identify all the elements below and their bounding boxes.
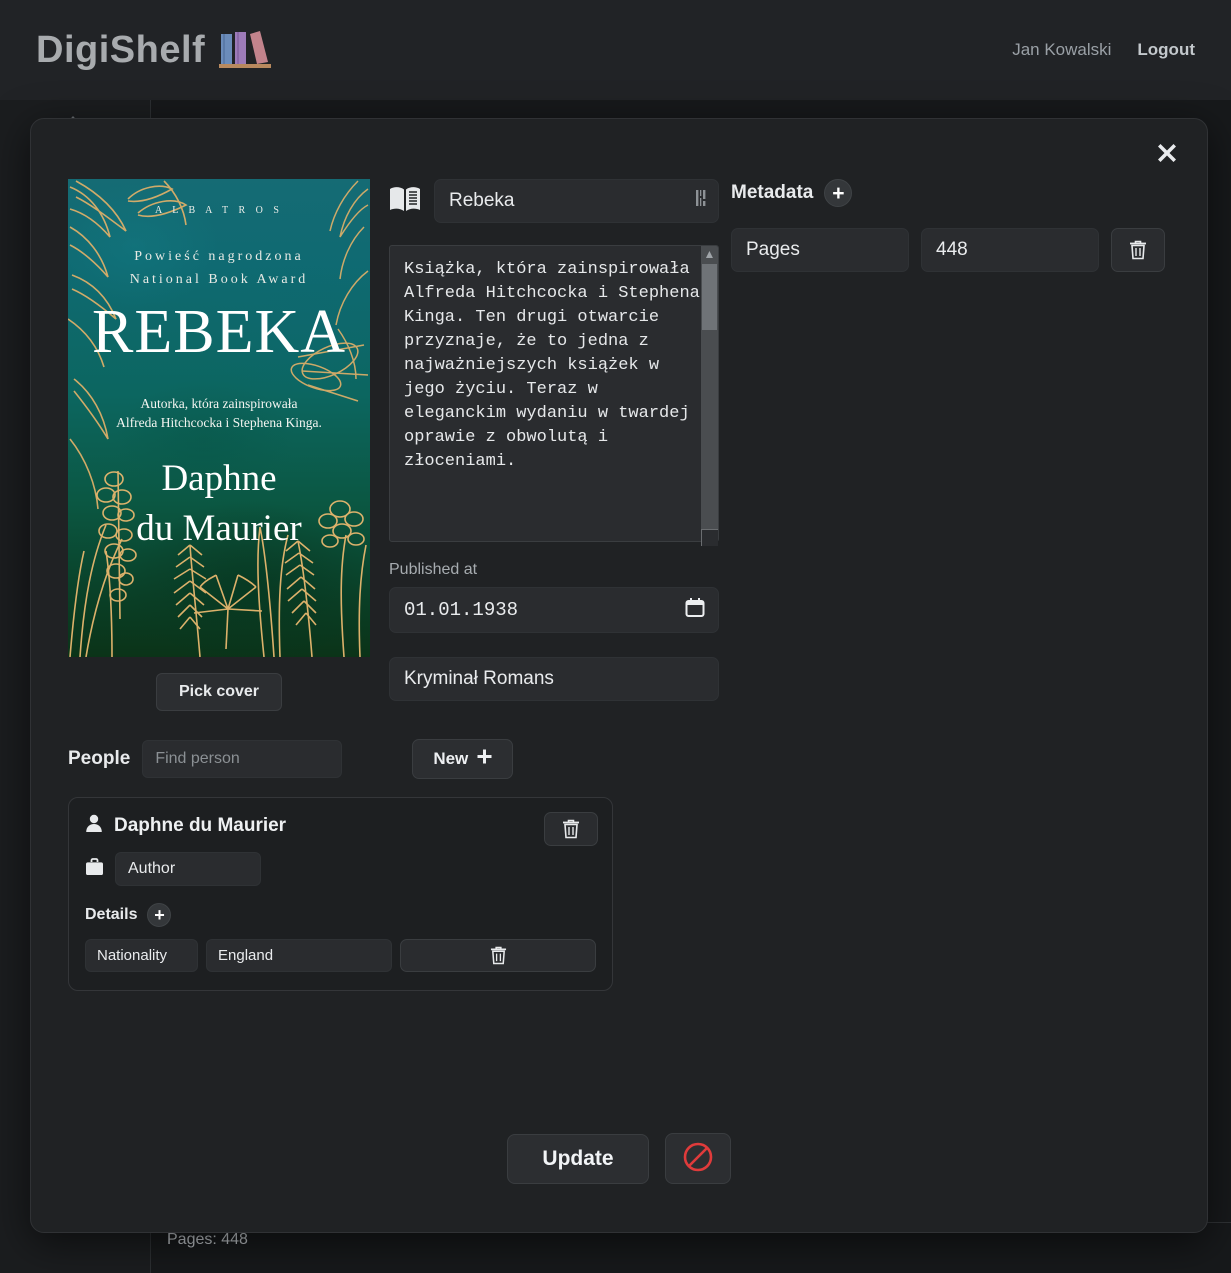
- metadata-value-input[interactable]: [921, 228, 1099, 272]
- cover-subtitle-line-1: Autorka, która zainspirowała: [140, 396, 298, 411]
- briefcase-icon: [85, 857, 104, 881]
- books-logo-icon: [219, 28, 273, 72]
- published-at-wrap: [389, 587, 719, 633]
- cover-column: A L B A T R O S Powieść nagrodzona Natio…: [68, 179, 370, 711]
- table-row: [85, 939, 596, 972]
- close-icon[interactable]: [1147, 133, 1187, 173]
- book-edit-modal: A L B A T R O S Powieść nagrodzona Natio…: [30, 118, 1208, 1233]
- modal-actions: Update: [31, 1133, 1207, 1184]
- chevron-up-icon[interactable]: ▲: [704, 246, 716, 262]
- book-description-textarea[interactable]: Książka, która zainspirowała Alfreda Hit…: [389, 245, 719, 542]
- cover-author: Daphne du Maurier: [68, 454, 370, 554]
- cover-title: REBEKA: [92, 298, 346, 366]
- new-person-label: New: [433, 749, 469, 768]
- person-role-input[interactable]: [115, 852, 261, 886]
- cover-publisher: A L B A T R O S: [155, 205, 283, 216]
- cover-subtitle: Autorka, która zainspirowała Alfreda Hit…: [68, 394, 370, 432]
- cover-subtitle-line-2: Alfreda Hitchcocka i Stephena Kinga.: [116, 415, 322, 430]
- title-input-wrap: [434, 179, 719, 223]
- people-header: People New: [68, 739, 1168, 779]
- brand[interactable]: DigiShelf: [36, 28, 273, 72]
- person-details-header: Details +: [85, 903, 596, 927]
- published-at-input[interactable]: [389, 587, 719, 633]
- add-detail-button[interactable]: +: [147, 903, 172, 927]
- detail-value-input[interactable]: [206, 939, 392, 972]
- cover-award-line-1: Powieść nagrodzona: [134, 249, 304, 264]
- cancel-button[interactable]: [664, 1133, 731, 1184]
- user-name: Jan Kowalski: [1012, 40, 1112, 59]
- published-at-label: Published at: [389, 561, 478, 578]
- update-button[interactable]: Update: [507, 1133, 649, 1184]
- pick-cover-button[interactable]: Pick cover: [155, 673, 283, 711]
- table-row: [731, 228, 1171, 272]
- resize-grip-icon[interactable]: [701, 529, 718, 546]
- book-fields-column: Książka, która zainspirowała Alfreda Hit…: [389, 179, 719, 701]
- detail-key-input[interactable]: [85, 939, 198, 972]
- trash-icon: [1130, 240, 1146, 260]
- title-row: [389, 179, 719, 223]
- no-entry-icon: [682, 1141, 714, 1176]
- cover-award: Powieść nagrodzona National Book Award: [68, 245, 370, 291]
- background-pages-summary: Pages: 448: [167, 1231, 248, 1248]
- person-icon: [85, 814, 103, 838]
- person-role-row: [85, 852, 596, 886]
- trash-icon: [563, 819, 579, 839]
- trash-icon: [490, 946, 506, 965]
- add-metadata-button[interactable]: +: [824, 179, 853, 207]
- app-header: DigiShelf Jan Kowalski Logout: [0, 0, 1231, 100]
- new-person-button[interactable]: New: [412, 739, 514, 779]
- book-cover-image: A L B A T R O S Powieść nagrodzona Natio…: [68, 179, 370, 657]
- cover-author-line-2: du Maurier: [136, 508, 302, 549]
- brand-title: DigiShelf: [36, 28, 206, 71]
- metadata-key-input[interactable]: [731, 228, 909, 272]
- delete-metadata-button[interactable]: [1111, 228, 1165, 272]
- logout-link[interactable]: Logout: [1137, 40, 1195, 60]
- scrollbar-thumb[interactable]: [702, 264, 717, 330]
- barcode-icon[interactable]: [693, 185, 713, 211]
- genre-input[interactable]: [389, 657, 719, 701]
- description-scrollbar[interactable]: ▲ ▼: [701, 246, 718, 541]
- people-label: People: [68, 748, 131, 769]
- person-name-row: Daphne du Maurier: [85, 814, 596, 838]
- person-card: Daphne du Maurier Author Details + Natio…: [68, 797, 613, 991]
- book-title-input[interactable]: [434, 179, 719, 223]
- metadata-column: Metadata +: [731, 179, 1171, 272]
- cover-award-line-2: National Book Award: [129, 272, 309, 287]
- metadata-header: Metadata +: [731, 179, 1171, 207]
- open-book-icon: [389, 186, 421, 217]
- details-label: Details: [85, 906, 138, 923]
- person-name: Daphne du Maurier: [114, 815, 287, 836]
- cover-author-line-1: Daphne: [161, 458, 277, 499]
- delete-person-button[interactable]: [544, 812, 598, 846]
- find-person-input[interactable]: [142, 740, 343, 778]
- header-right: Jan Kowalski Logout: [1012, 40, 1195, 60]
- people-section: People New Da: [68, 739, 1168, 991]
- plus-icon: [477, 749, 492, 769]
- calendar-icon[interactable]: [685, 598, 705, 623]
- delete-detail-button[interactable]: [400, 939, 596, 972]
- metadata-label: Metadata: [731, 182, 814, 203]
- description-wrap: Książka, która zainspirowała Alfreda Hit…: [389, 245, 719, 547]
